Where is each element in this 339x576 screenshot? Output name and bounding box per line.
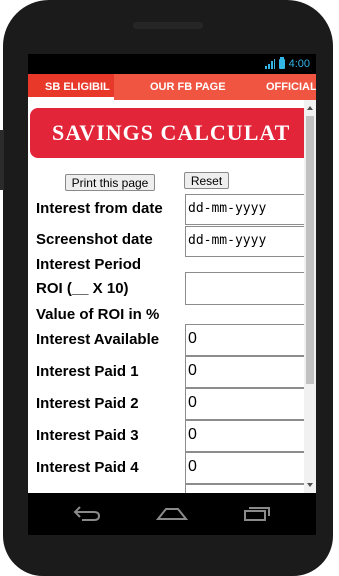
print-page-button[interactable]: Print this page bbox=[65, 174, 155, 191]
interest-paid-3-label: Interest Paid 3 bbox=[36, 427, 139, 444]
interest-period-label: Interest Period bbox=[36, 256, 142, 273]
tab-official[interactable]: OFFICIAL bbox=[266, 74, 316, 100]
device-screen: 4:00 SB ELIGIBIL OUR FB PAGE OFFICIAL SA… bbox=[28, 54, 316, 493]
roi-x10-label: ROI (__ X 10) bbox=[36, 280, 129, 297]
interest-period-input[interactable] bbox=[185, 272, 305, 305]
interest-paid-1-input[interactable]: 0 bbox=[185, 356, 305, 388]
signal-icon bbox=[264, 59, 275, 69]
recent-apps-icon[interactable] bbox=[242, 503, 272, 528]
screenshot-date-label: Screenshot date bbox=[36, 231, 153, 248]
interest-from-date-input[interactable]: dd-mm-yyyy bbox=[185, 194, 305, 225]
interest-paid-3-input[interactable]: 0 bbox=[185, 420, 305, 452]
status-bar: 4:00 bbox=[28, 54, 316, 74]
vertical-scrollbar[interactable] bbox=[304, 100, 316, 493]
webview-content: SAVINGS CALCULAT Print this page Reset I… bbox=[28, 100, 316, 493]
side-volume-button[interactable] bbox=[0, 130, 4, 190]
interest-paid-2-label: Interest Paid 2 bbox=[36, 395, 139, 412]
battery-icon bbox=[278, 57, 285, 69]
scroll-thumb[interactable] bbox=[306, 116, 314, 384]
back-icon[interactable] bbox=[72, 503, 102, 528]
interest-paid-1-label: Interest Paid 1 bbox=[36, 363, 139, 380]
scroll-down-arrow-icon[interactable] bbox=[307, 483, 313, 487]
interest-paid-4-label: Interest Paid 4 bbox=[36, 459, 139, 476]
home-icon[interactable] bbox=[155, 503, 189, 528]
scroll-up-arrow-icon[interactable] bbox=[307, 106, 313, 110]
reset-button[interactable]: Reset bbox=[184, 172, 229, 189]
banner-title: SAVINGS CALCULAT bbox=[52, 120, 291, 145]
tab-label: OFFICIAL bbox=[266, 81, 316, 93]
interest-paid-4-input[interactable]: 0 bbox=[185, 452, 305, 484]
earpiece-speaker bbox=[133, 22, 203, 29]
next-field-input[interactable] bbox=[185, 484, 305, 493]
screenshot-date-input[interactable]: dd-mm-yyyy bbox=[185, 226, 305, 257]
interest-paid-2-input[interactable]: 0 bbox=[185, 388, 305, 420]
tab-label: OUR FB PAGE bbox=[150, 81, 226, 93]
calculator-banner: SAVINGS CALCULAT bbox=[30, 108, 316, 158]
roi-percent-label: Value of ROI in % bbox=[36, 306, 160, 323]
interest-available-label: Interest Available bbox=[36, 331, 160, 348]
status-time: 4:00 bbox=[288, 58, 310, 70]
tab-our-fb-page[interactable]: OUR FB PAGE bbox=[150, 74, 226, 100]
interest-available-input[interactable]: 0 bbox=[185, 324, 305, 356]
tab-sb-eligibility[interactable]: SB ELIGIBIL bbox=[28, 74, 114, 100]
interest-from-date-label: Interest from date bbox=[36, 200, 163, 217]
tab-bar: SB ELIGIBIL OUR FB PAGE OFFICIAL bbox=[28, 74, 316, 100]
navigation-bar bbox=[28, 493, 316, 535]
